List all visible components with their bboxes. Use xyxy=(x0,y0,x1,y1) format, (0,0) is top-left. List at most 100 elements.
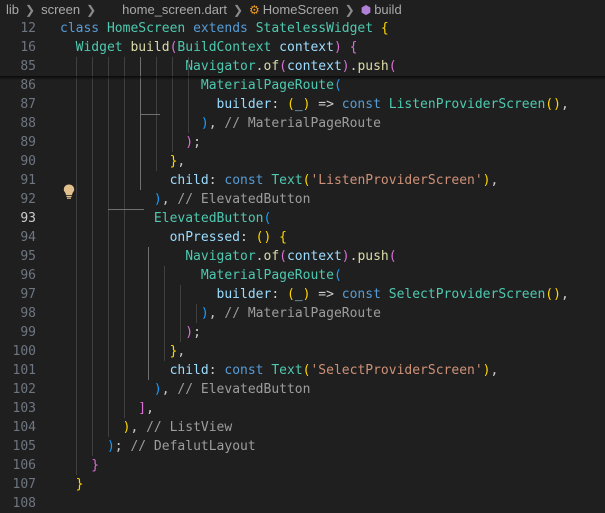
code-token: ) xyxy=(60,306,209,321)
code-token: BuildContext xyxy=(177,40,280,55)
code-text: MaterialPageRoute( xyxy=(60,266,342,285)
code-line[interactable]: 101 child: const Text('SelectProviderScr… xyxy=(0,361,605,380)
code-line[interactable]: 88 ), // MaterialPageRoute xyxy=(0,114,605,133)
code-line[interactable]: 99 ); xyxy=(0,323,605,342)
code-line[interactable]: 97 builder: (_) => const SelectProviderS… xyxy=(0,285,605,304)
indent-guide xyxy=(196,304,197,323)
code-line[interactable]: 103 ], xyxy=(0,399,605,418)
indent-guide xyxy=(172,57,173,152)
code-token: const xyxy=(224,363,272,378)
code-token: // ElevatedButton xyxy=(177,382,311,397)
code-token: , xyxy=(177,154,186,169)
code-token: => xyxy=(310,97,342,112)
code-token: context xyxy=(286,249,342,264)
indent-guide xyxy=(148,247,149,380)
breadcrumb-method[interactable]: build xyxy=(374,2,401,17)
line-number: 108 xyxy=(12,496,36,511)
line-number: 91 xyxy=(20,173,36,188)
code-text: builder: (_) => const ListenProviderScre… xyxy=(60,95,569,114)
code-token: // ElevatedButton xyxy=(177,192,311,207)
code-token: Widget xyxy=(60,40,131,55)
code-line[interactable]: 100 }, xyxy=(0,342,605,361)
code-line[interactable]: 98 ), // MaterialPageRoute xyxy=(0,304,605,323)
line-number: 102 xyxy=(12,382,36,397)
code-line[interactable]: 89 ); xyxy=(0,133,605,152)
code-token: Text xyxy=(271,363,303,378)
code-line[interactable]: 95 Navigator.of(context).push( xyxy=(0,247,605,266)
code-text: ); // DefalutLayout xyxy=(60,437,256,456)
breadcrumb-class[interactable]: HomeScreen xyxy=(263,2,339,17)
code-token: // MaterialPageRoute xyxy=(224,306,381,321)
code-token: HomeScreen xyxy=(106,21,194,36)
code-line[interactable]: 96 MaterialPageRoute( xyxy=(0,266,605,285)
code-text: }, xyxy=(60,152,186,171)
code-token: ; xyxy=(193,135,201,150)
code-line[interactable]: 108 xyxy=(0,494,605,513)
code-token: context xyxy=(286,59,342,74)
code-token: . xyxy=(255,249,264,264)
code-line[interactable]: 87 builder: (_) => const ListenProviderS… xyxy=(0,95,605,114)
code-line[interactable]: 90 }, xyxy=(0,152,605,171)
code-text: child: const Text('SelectProviderScreen'… xyxy=(60,361,499,380)
code-line[interactable]: 102 ), // ElevatedButton xyxy=(0,380,605,399)
sticky-scroll-shadow xyxy=(0,76,605,80)
code-line[interactable]: 93 ElevatedButton( xyxy=(0,209,605,228)
chevron-right-icon: ❯ xyxy=(344,2,355,17)
code-token: : xyxy=(208,173,225,188)
code-token: extends xyxy=(193,21,256,36)
code-token: context xyxy=(279,40,334,55)
code-line[interactable]: 91 child: const Text('ListenProviderScre… xyxy=(0,171,605,190)
code-token: , xyxy=(208,116,225,131)
breadcrumb-folder-lib[interactable]: lib xyxy=(6,2,19,17)
code-line[interactable]: 92 ), // ElevatedButton xyxy=(0,190,605,209)
code-token: StatelessWidget xyxy=(255,21,381,36)
code-token: ( xyxy=(263,211,272,226)
sticky-scroll-line[interactable]: 16 Widget build(BuildContext context) { xyxy=(0,38,605,57)
sticky-scroll-line[interactable]: 12 class HomeScreen extends StatelessWidg… xyxy=(0,19,605,38)
line-number: 87 xyxy=(20,97,36,112)
line-number: 107 xyxy=(12,477,36,492)
code-token: ( xyxy=(286,97,295,112)
code-line[interactable]: 106 } xyxy=(0,456,605,475)
line-number: 97 xyxy=(20,287,36,302)
code-token: { xyxy=(380,21,389,36)
code-token: const xyxy=(224,173,272,188)
bracket-guide xyxy=(140,114,160,115)
line-number: 88 xyxy=(20,116,36,131)
code-token: ] xyxy=(60,401,147,416)
code-token: MaterialPageRoute xyxy=(60,268,334,283)
code-token: onPressed xyxy=(60,230,241,245)
breadcrumb-folder-screen[interactable]: screen xyxy=(41,2,80,17)
code-token: : xyxy=(271,97,287,112)
code-editor[interactable]: 12 class HomeScreen extends StatelessWidg… xyxy=(0,19,605,511)
line-number: 105 xyxy=(12,439,36,454)
line-number: 100 xyxy=(12,344,36,359)
code-line[interactable]: 105 ); // DefalutLayout xyxy=(0,437,605,456)
code-token: : xyxy=(208,363,225,378)
method-symbol-icon: ⬢ xyxy=(360,2,372,17)
code-token: Text xyxy=(271,173,303,188)
code-token: ) xyxy=(341,249,350,264)
code-text: child: const Text('ListenProviderScreen'… xyxy=(60,171,499,190)
lightbulb-icon[interactable] xyxy=(63,184,75,199)
line-number: 103 xyxy=(12,401,36,416)
code-line[interactable]: 107 } xyxy=(0,475,605,494)
code-token: MaterialPageRoute xyxy=(60,78,334,93)
code-token: : xyxy=(271,287,287,302)
code-token: => xyxy=(310,287,342,302)
chevron-right-icon: ❯ xyxy=(86,2,97,17)
code-line[interactable]: 104 ), // ListView xyxy=(0,418,605,437)
code-line[interactable]: 94 onPressed: () { xyxy=(0,228,605,247)
code-token: ; xyxy=(114,439,131,454)
code-token: ; xyxy=(193,325,201,340)
breadcrumb-file[interactable]: home_screen.dart xyxy=(122,2,227,17)
code-token: 'SelectProviderScreen' xyxy=(310,363,483,378)
code-token: , xyxy=(560,287,569,302)
code-token: ) xyxy=(60,420,131,435)
code-token: child xyxy=(60,173,209,188)
code-token: Navigator xyxy=(60,59,256,74)
code-text: } xyxy=(60,456,99,475)
code-token: ) xyxy=(60,135,194,150)
code-line[interactable]: 85 Navigator.of(context).push( xyxy=(0,57,605,76)
